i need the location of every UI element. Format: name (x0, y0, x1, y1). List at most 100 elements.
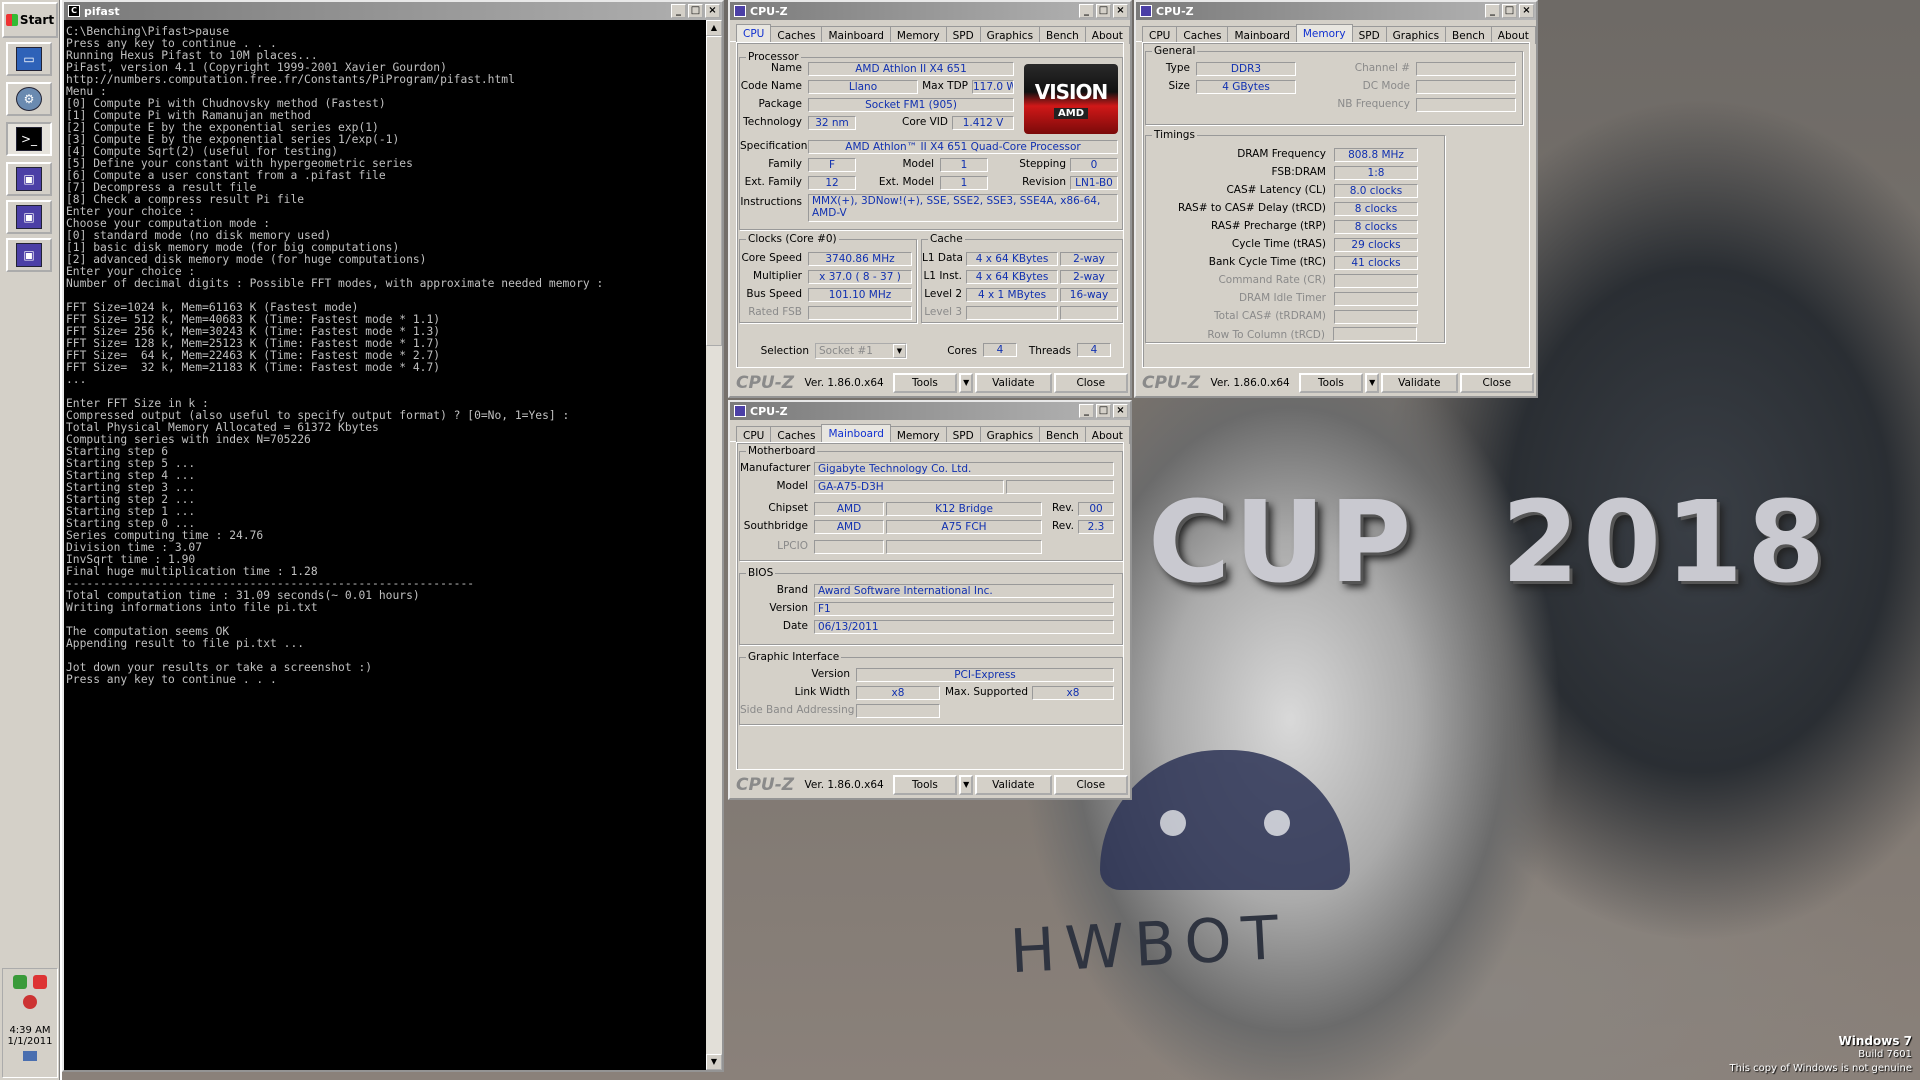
close-button[interactable]: × (1519, 4, 1534, 18)
chipset-name-value: K12 Bridge (886, 502, 1042, 516)
trdram-value (1334, 310, 1418, 324)
multiplier-value: x 37.0 ( 8 - 37 ) (808, 270, 912, 284)
maximize-button[interactable]: □ (1096, 404, 1111, 418)
taskbar-button-display[interactable]: ▭ (6, 42, 52, 76)
lpcio-name-value (886, 540, 1042, 554)
cpuz-titlebar[interactable]: CPU-Z _ □ × (730, 402, 1130, 420)
volume-icon[interactable] (33, 975, 47, 989)
minimize-button[interactable]: _ (671, 4, 686, 18)
chipset-vendor-value: AMD (814, 502, 884, 516)
start-button[interactable]: Start (2, 2, 58, 38)
label: Ext. Family (744, 176, 802, 188)
close-button[interactable]: Close (1459, 373, 1534, 393)
maximize-button[interactable]: □ (688, 4, 703, 18)
tools-dropdown-icon[interactable]: ▼ (1365, 373, 1380, 393)
minimize-button[interactable]: _ (1079, 4, 1094, 18)
tab-cpu[interactable]: CPU (736, 24, 772, 44)
network-icon[interactable] (13, 975, 27, 989)
label: LPCIO (777, 540, 808, 552)
cpuz-titlebar[interactable]: CPU-Z _ □ × (1136, 2, 1536, 20)
tab-memory[interactable]: Memory (1295, 24, 1353, 44)
label: Size (1168, 80, 1190, 92)
tab-mainboard[interactable]: Mainboard (821, 424, 891, 444)
memory-panel: General Type DDR3 Size 4 GBytes Channel … (1142, 42, 1530, 368)
action-center-icon[interactable] (23, 995, 37, 1009)
corespeed-value: 3740.86 MHz (808, 252, 912, 266)
maximize-button[interactable]: □ (1096, 4, 1111, 18)
taskbar-button-console[interactable]: >_ (6, 122, 52, 156)
tools-button[interactable]: Tools (892, 775, 958, 795)
tools-dropdown-icon[interactable]: ▼ (959, 373, 974, 393)
console-scrollbar[interactable]: ▲ ▼ (706, 20, 722, 1070)
vision-text: VISION (1034, 79, 1109, 104)
label: Level 2 (924, 288, 962, 300)
label: RAS# Precharge (tRP) (1211, 220, 1326, 232)
label: Type (1165, 62, 1190, 74)
bios-version-value: F1 (814, 602, 1114, 616)
trc-value: 41 clocks (1334, 256, 1418, 270)
cpu-name-value: AMD Athlon II X4 651 (808, 62, 1014, 76)
taskbar-button-cpuz-3[interactable]: ▣ (6, 238, 52, 272)
bios-date-value: 06/13/2011 (814, 620, 1114, 634)
window-title: CPU-Z (750, 404, 788, 418)
cpuz-footer: CPU-Z Ver. 1.86.0.x64 Tools ▼ Validate C… (730, 772, 1130, 798)
os-build: Build 7601 (1858, 1049, 1912, 1060)
label: Max. Supported (944, 686, 1028, 698)
cpuz-window-mainboard: CPU-Z _ □ × CPU Caches Mainboard Memory SP… (728, 400, 1132, 800)
memory-type-value: DDR3 (1196, 62, 1296, 76)
label: DRAM Idle Timer (1238, 292, 1326, 304)
clock-date[interactable]: 1/1/2011 (3, 1036, 57, 1047)
close-button[interactable]: × (705, 4, 720, 18)
console-titlebar[interactable]: C pifast _ □ × (64, 2, 722, 20)
clock-time[interactable]: 4:39 AM (3, 1025, 57, 1036)
scroll-up-arrow-icon[interactable]: ▲ (706, 20, 722, 36)
chipset-rev-value: 00 (1078, 502, 1114, 516)
l1d-value: 4 x 64 KBytes (966, 252, 1058, 266)
taskbar-button-settings[interactable]: ⚙ (6, 82, 52, 116)
revision-value: LN1-B0 (1070, 176, 1118, 190)
label: Core Speed (741, 252, 802, 264)
label: Threads (1028, 345, 1071, 357)
model-value: GA-A75-D3H (814, 480, 1004, 494)
minimize-button[interactable]: _ (1485, 4, 1500, 18)
monitor-icon: ▭ (16, 47, 42, 71)
validate-button[interactable]: Validate (1381, 373, 1458, 393)
close-button[interactable]: Close (1053, 373, 1128, 393)
model-value: 1 (940, 158, 988, 172)
taskbar-button-cpuz-2[interactable]: ▣ (6, 200, 52, 234)
label: Model (902, 158, 934, 170)
scroll-thumb[interactable] (706, 36, 722, 346)
southbridge-name-value: A75 FCH (886, 520, 1042, 534)
max-supported-value: x8 (1032, 686, 1114, 700)
show-desktop-icon[interactable] (23, 1051, 37, 1061)
validate-button[interactable]: Validate (975, 775, 1052, 795)
close-button[interactable]: × (1113, 4, 1128, 18)
label: Rated FSB (748, 306, 802, 318)
version-label: Ver. 1.86.0.x64 (804, 779, 884, 791)
socket-select[interactable]: Socket #1 ▼ (815, 343, 907, 359)
windows-watermark: Windows 7 Build 7601 This copy of Window… (1730, 1034, 1912, 1076)
maximize-button[interactable]: □ (1502, 4, 1517, 18)
label: L1 Data (922, 252, 963, 264)
scroll-down-arrow-icon[interactable]: ▼ (706, 1054, 722, 1070)
label: Technology (743, 116, 802, 128)
group-title: Timings (1152, 129, 1197, 141)
tools-button[interactable]: Tools (892, 373, 958, 393)
label: Southbridge (743, 520, 808, 532)
console-output[interactable]: C:\Benching\Pifast>pause Press any key to… (64, 20, 706, 1070)
tools-dropdown-icon[interactable]: ▼ (959, 775, 974, 795)
minimize-button[interactable]: _ (1079, 404, 1094, 418)
label: Instructions (740, 196, 802, 208)
taskbar-button-cpuz-1[interactable]: ▣ (6, 162, 52, 196)
cpuz-titlebar[interactable]: CPU-Z _ □ × (730, 2, 1130, 20)
label: Total CAS# (tRDRAM) (1214, 310, 1326, 322)
motherboard-group: Motherboard Manufacturer Gigabyte Techno… (739, 445, 1123, 561)
close-button[interactable]: × (1113, 404, 1128, 418)
busspeed-value: 101.10 MHz (808, 288, 912, 302)
tools-button[interactable]: Tools (1298, 373, 1364, 393)
validate-button[interactable]: Validate (975, 373, 1052, 393)
cup-2018-text: CUP 2018 (1148, 478, 1829, 608)
close-button[interactable]: Close (1053, 775, 1128, 795)
southbridge-rev-value: 2.3 (1078, 520, 1114, 534)
southbridge-vendor-value: AMD (814, 520, 884, 534)
